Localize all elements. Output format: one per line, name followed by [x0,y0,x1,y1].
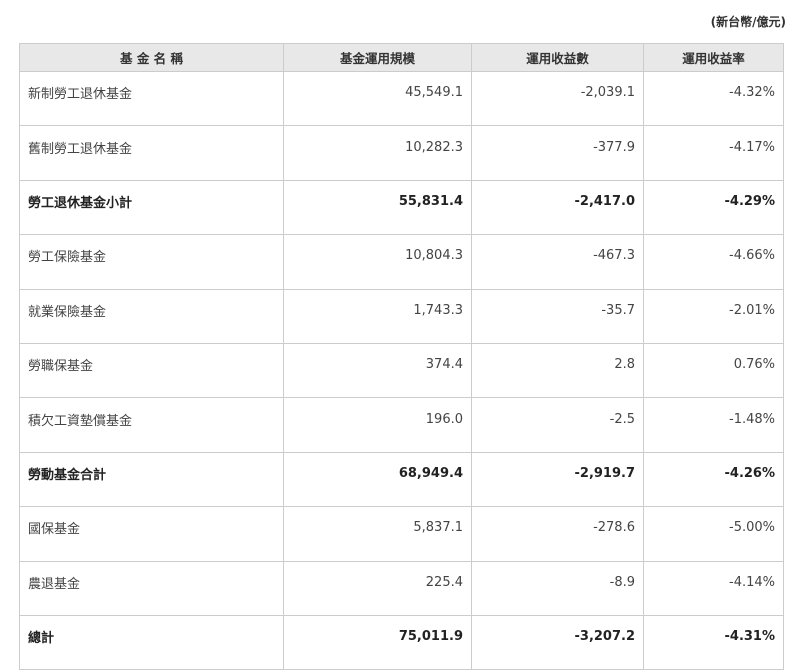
unit-label: (新台幣/億元) [710,15,786,29]
fund-name-cell: 總計 [19,614,284,670]
header-income: 運用收益數 [471,43,644,72]
return-rate-cell: -2.01% [643,288,784,344]
fund-name-cell: 國保基金 [19,506,284,562]
return-rate-cell: -4.32% [643,70,784,127]
header-fund-name: 基 金 名 稱 [19,43,284,72]
table-row: 新制勞工退休基金 45,549.1 -2,039.1 -4.32% [19,70,784,127]
header-return-rate: 運用收益率 [643,43,784,72]
income-cell: -278.6 [471,506,644,562]
fund-scale-cell: 55,831.4 [283,179,472,236]
fund-name-cell: 舊制勞工退休基金 [19,125,284,181]
table-row: 勞動基金合計 68,949.4 -2,919.7 -4.26% [19,451,784,508]
return-rate-cell: 0.76% [643,342,784,399]
fund-name-cell: 新制勞工退休基金 [19,70,284,127]
fund-scale-cell: 10,804.3 [283,234,472,290]
fund-name-cell: 勞動基金合計 [19,451,284,508]
return-rate-cell: -4.31% [643,614,784,670]
income-cell: -2,919.7 [471,451,644,508]
fund-scale-cell: 75,011.9 [283,614,472,670]
return-rate-cell: -4.17% [643,125,784,181]
income-cell: -377.9 [471,125,644,181]
return-rate-cell: -5.00% [643,506,784,562]
return-rate-cell: -4.14% [643,560,784,616]
fund-name-cell: 勞職保基金 [19,342,284,399]
fund-scale-cell: 1,743.3 [283,288,472,344]
table-header: 基 金 名 稱 基金運用規模 運用收益數 運用收益率 [19,43,784,72]
fund-scale-cell: 196.0 [283,397,472,453]
return-rate-cell: -4.66% [643,234,784,290]
header-fund-scale: 基金運用規模 [283,43,472,72]
table-row: 舊制勞工退休基金 10,282.3 -377.9 -4.17% [19,125,784,181]
table-body: 新制勞工退休基金 45,549.1 -2,039.1 -4.32% 舊制勞工退休基金 10… [19,70,784,670]
table-row: 國保基金 5,837.1 -278.6 -5.00% [19,506,784,562]
fund-name-cell: 就業保險基金 [19,288,284,344]
return-rate-cell: -4.26% [643,451,784,508]
fund-scale-cell: 5,837.1 [283,506,472,562]
fund-name-cell: 積欠工資墊償基金 [19,397,284,453]
fund-name-cell: 農退基金 [19,560,284,616]
fund-scale-cell: 68,949.4 [283,451,472,508]
income-cell: -3,207.2 [471,614,644,670]
fund-scale-cell: 10,282.3 [283,125,472,181]
header-row: 基 金 名 稱 基金運用規模 運用收益數 運用收益率 [19,43,784,72]
fund-table: 基 金 名 稱 基金運用規模 運用收益數 運用收益率 新制勞工退休基金 45,54… [19,43,784,670]
table-row: 總計 75,011.9 -3,207.2 -4.31% [19,614,784,670]
income-cell: 2.8 [471,342,644,399]
income-cell: -2,417.0 [471,179,644,236]
fund-scale-cell: 374.4 [283,342,472,399]
table-row: 勞工退休基金小計 55,831.4 -2,417.0 -4.29% [19,179,784,236]
income-cell: -467.3 [471,234,644,290]
fund-name-cell: 勞工退休基金小計 [19,179,284,236]
income-cell: -8.9 [471,560,644,616]
fund-name-cell: 勞工保險基金 [19,234,284,290]
income-cell: -35.7 [471,288,644,344]
table-row: 勞工保險基金 10,804.3 -467.3 -4.66% [19,234,784,290]
table-row: 積欠工資墊償基金 196.0 -2.5 -1.48% [19,397,784,453]
return-rate-cell: -4.29% [643,179,784,236]
income-cell: -2,039.1 [471,70,644,127]
return-rate-cell: -1.48% [643,397,784,453]
income-cell: -2.5 [471,397,644,453]
table-row: 就業保險基金 1,743.3 -35.7 -2.01% [19,288,784,344]
table-row: 農退基金 225.4 -8.9 -4.14% [19,560,784,616]
table-row: 勞職保基金 374.4 2.8 0.76% [19,342,784,399]
fund-scale-cell: 225.4 [283,560,472,616]
fund-scale-cell: 45,549.1 [283,70,472,127]
